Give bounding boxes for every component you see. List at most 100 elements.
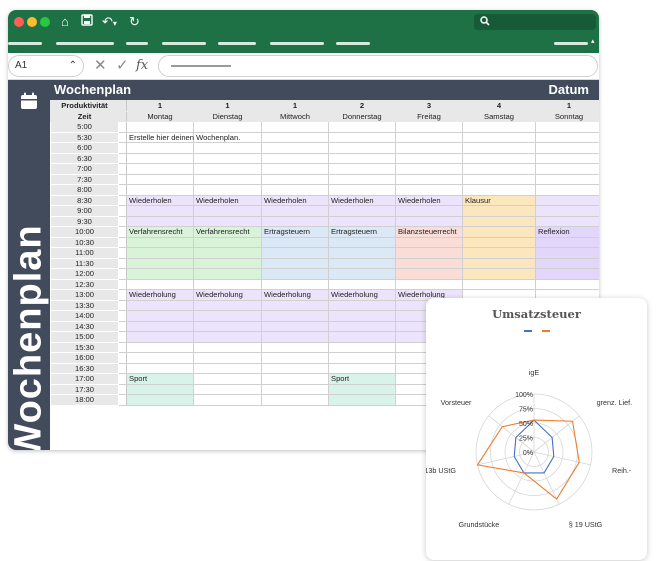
- ribbon-tab[interactable]: [554, 42, 588, 45]
- schedule-cell[interactable]: [126, 257, 194, 269]
- schedule-cell[interactable]: Wiederholen: [193, 194, 262, 206]
- close-window-button[interactable]: [14, 17, 24, 27]
- schedule-cell[interactable]: [193, 310, 262, 322]
- home-icon[interactable]: ⌂: [61, 13, 69, 31]
- time-cell[interactable]: 8:00: [50, 184, 119, 196]
- schedule-cell[interactable]: [395, 247, 463, 259]
- cancel-icon[interactable]: ✕: [94, 56, 107, 76]
- schedule-cell[interactable]: [328, 310, 396, 322]
- schedule-cell[interactable]: [193, 121, 262, 133]
- schedule-cell[interactable]: [126, 383, 194, 395]
- ribbon-tab[interactable]: [8, 42, 42, 45]
- formula-input[interactable]: [158, 55, 598, 77]
- schedule-cell[interactable]: [261, 184, 329, 196]
- schedule-cell[interactable]: Wiederholen: [328, 194, 396, 206]
- enter-icon[interactable]: ✓: [116, 56, 129, 76]
- chevron-updown-icon[interactable]: ⌃: [69, 56, 77, 76]
- schedule-cell[interactable]: [126, 163, 194, 175]
- schedule-cell[interactable]: [126, 394, 194, 406]
- schedule-cell[interactable]: [261, 362, 329, 374]
- schedule-cell[interactable]: [193, 341, 262, 353]
- schedule-cell[interactable]: [535, 247, 599, 259]
- day-header-cell[interactable]: Freitag: [395, 110, 463, 122]
- schedule-cell[interactable]: [328, 142, 396, 154]
- ribbon-tab[interactable]: [56, 42, 114, 45]
- schedule-cell[interactable]: Wiederholung: [328, 289, 396, 301]
- day-header-cell[interactable]: Donnerstag: [328, 110, 396, 122]
- schedule-cell[interactable]: [261, 173, 329, 185]
- header-label-cell[interactable]: Produktivität: [50, 100, 119, 112]
- schedule-cell[interactable]: [328, 299, 396, 311]
- schedule-cell[interactable]: [193, 184, 262, 196]
- schedule-cell[interactable]: [328, 247, 396, 259]
- schedule-cell[interactable]: [126, 310, 194, 322]
- schedule-cell[interactable]: [462, 247, 536, 259]
- schedule-cell[interactable]: [193, 373, 262, 385]
- time-cell[interactable]: 16:30: [50, 362, 119, 374]
- schedule-cell[interactable]: [261, 142, 329, 154]
- day-header-cell[interactable]: 1: [261, 100, 329, 112]
- day-header-cell[interactable]: 3: [395, 100, 463, 112]
- schedule-cell[interactable]: [535, 173, 599, 185]
- time-cell[interactable]: 11:00: [50, 247, 119, 259]
- time-cell[interactable]: 10:00: [50, 226, 119, 238]
- schedule-cell[interactable]: [193, 394, 262, 406]
- schedule-cell[interactable]: [261, 341, 329, 353]
- schedule-cell[interactable]: [328, 121, 396, 133]
- time-cell[interactable]: 15:30: [50, 341, 119, 353]
- schedule-cell[interactable]: [535, 257, 599, 269]
- schedule-cell[interactable]: [328, 352, 396, 364]
- schedule-cell[interactable]: [261, 247, 329, 259]
- schedule-cell[interactable]: [126, 352, 194, 364]
- time-cell[interactable]: 16:00: [50, 352, 119, 364]
- schedule-cell[interactable]: [462, 278, 536, 290]
- day-header-cell[interactable]: 1: [126, 100, 194, 112]
- day-header-cell[interactable]: 1: [535, 100, 599, 112]
- function-icon[interactable]: fx: [136, 56, 148, 76]
- schedule-cell[interactable]: [535, 163, 599, 175]
- schedule-cell[interactable]: [126, 152, 194, 164]
- schedule-cell[interactable]: [328, 184, 396, 196]
- schedule-cell[interactable]: [395, 268, 463, 280]
- schedule-cell[interactable]: [193, 257, 262, 269]
- schedule-cell[interactable]: [328, 394, 396, 406]
- schedule-cell[interactable]: [535, 184, 599, 196]
- schedule-cell[interactable]: [261, 268, 329, 280]
- schedule-cell[interactable]: [261, 121, 329, 133]
- schedule-cell[interactable]: [328, 215, 396, 227]
- schedule-cell[interactable]: [395, 257, 463, 269]
- schedule-cell[interactable]: [261, 205, 329, 217]
- schedule-cell[interactable]: [395, 205, 463, 217]
- schedule-cell[interactable]: [126, 205, 194, 217]
- schedule-cell[interactable]: Wiederholen: [261, 194, 329, 206]
- schedule-cell[interactable]: [193, 142, 262, 154]
- schedule-cell[interactable]: [395, 131, 463, 143]
- schedule-cell[interactable]: [126, 142, 194, 154]
- schedule-cell[interactable]: [193, 352, 262, 364]
- schedule-cell[interactable]: [395, 236, 463, 248]
- schedule-cell[interactable]: [126, 278, 194, 290]
- schedule-cell[interactable]: [535, 215, 599, 227]
- minimize-window-button[interactable]: [27, 17, 37, 27]
- schedule-cell[interactable]: [395, 152, 463, 164]
- schedule-cell[interactable]: [126, 247, 194, 259]
- schedule-cell[interactable]: [328, 268, 396, 280]
- schedule-cell[interactable]: [126, 215, 194, 227]
- save-icon[interactable]: [81, 13, 93, 31]
- schedule-cell[interactable]: [535, 121, 599, 133]
- time-cell[interactable]: 17:00: [50, 373, 119, 385]
- schedule-cell[interactable]: Ertragsteuern: [261, 226, 329, 238]
- time-cell[interactable]: 12:00: [50, 268, 119, 280]
- time-cell[interactable]: 9:30: [50, 215, 119, 227]
- schedule-cell[interactable]: [462, 268, 536, 280]
- zoom-window-button[interactable]: [40, 17, 50, 27]
- schedule-cell[interactable]: [328, 131, 396, 143]
- schedule-cell[interactable]: [462, 173, 536, 185]
- day-header-cell[interactable]: Sonntag: [535, 110, 599, 122]
- schedule-cell[interactable]: [193, 383, 262, 395]
- schedule-cell[interactable]: Erstelle hier deinen Wochenplan.: [126, 131, 240, 143]
- schedule-cell[interactable]: [328, 320, 396, 332]
- schedule-cell[interactable]: [126, 362, 194, 374]
- schedule-cell[interactable]: [328, 173, 396, 185]
- schedule-cell[interactable]: [462, 142, 536, 154]
